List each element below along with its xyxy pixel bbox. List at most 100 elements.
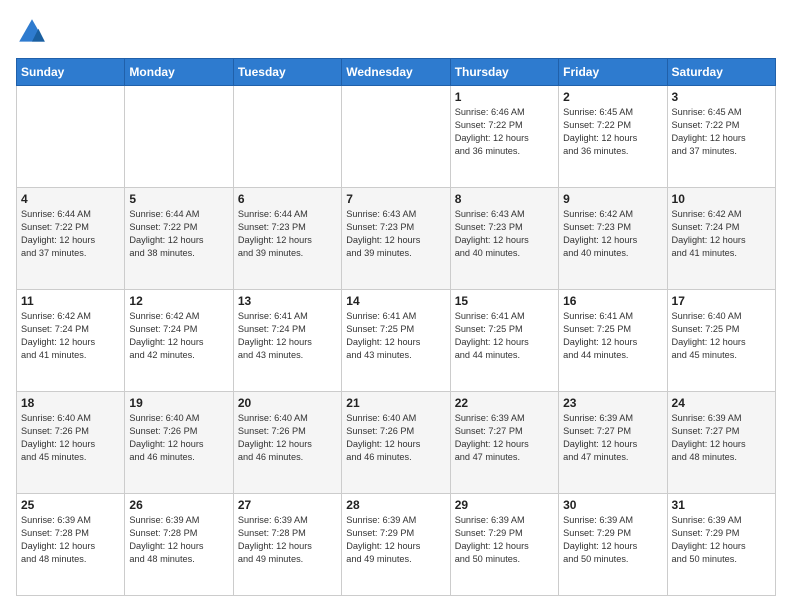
calendar-cell: 14 Sunrise: 6:41 AM Sunset: 7:25 PM Dayli… — [342, 290, 450, 392]
calendar-week-row: 4 Sunrise: 6:44 AM Sunset: 7:22 PM Daylig… — [17, 188, 776, 290]
day-info: Sunrise: 6:43 AM Sunset: 7:23 PM Dayligh… — [455, 208, 554, 260]
calendar-cell — [233, 86, 341, 188]
page: SundayMondayTuesdayWednesdayThursdayFrid… — [0, 0, 792, 612]
day-info: Sunrise: 6:41 AM Sunset: 7:25 PM Dayligh… — [563, 310, 662, 362]
calendar-week-row: 18Sunrise: 6:40 AM Sunset: 7:26 PM Dayli… — [17, 392, 776, 494]
day-number: 15 — [455, 294, 554, 308]
day-number: 3 — [672, 90, 771, 104]
day-info: Sunrise: 6:39 AM Sunset: 7:29 PM Dayligh… — [455, 514, 554, 566]
calendar-header-thursday: Thursday — [450, 59, 558, 86]
calendar-header-saturday: Saturday — [667, 59, 775, 86]
day-number: 20 — [238, 396, 337, 410]
calendar-cell: 13 Sunrise: 6:41 AM Sunset: 7:24 PM Dayli… — [233, 290, 341, 392]
day-info: Sunrise: 6:39 AM Sunset: 7:29 PM Dayligh… — [346, 514, 445, 566]
calendar-header-tuesday: Tuesday — [233, 59, 341, 86]
day-number: 6 — [238, 192, 337, 206]
day-number: 5 — [129, 192, 228, 206]
calendar-header-monday: Monday — [125, 59, 233, 86]
day-info: Sunrise: 6:42 AM Sunset: 7:24 PM Dayligh… — [21, 310, 120, 362]
day-info: Sunrise: 6:42 AM Sunset: 7:24 PM Dayligh… — [129, 310, 228, 362]
calendar-cell: 4 Sunrise: 6:44 AM Sunset: 7:22 PM Daylig… — [17, 188, 125, 290]
day-number: 30 — [563, 498, 662, 512]
calendar-cell: 15 Sunrise: 6:41 AM Sunset: 7:25 PM Dayli… — [450, 290, 558, 392]
logo — [16, 16, 50, 48]
calendar-cell: 8 Sunrise: 6:43 AM Sunset: 7:23 PM Daylig… — [450, 188, 558, 290]
day-info: Sunrise: 6:44 AM Sunset: 7:22 PM Dayligh… — [21, 208, 120, 260]
calendar-cell: 23 Sunrise: 6:39 AM Sunset: 7:27 PM Dayli… — [559, 392, 667, 494]
calendar-cell: 17 Sunrise: 6:40 AM Sunset: 7:25 PM Dayli… — [667, 290, 775, 392]
day-number: 13 — [238, 294, 337, 308]
day-number: 17 — [672, 294, 771, 308]
calendar-cell: 31 Sunrise: 6:39 AM Sunset: 7:29 PM Dayli… — [667, 494, 775, 596]
day-info: Sunrise: 6:42 AM Sunset: 7:23 PM Dayligh… — [563, 208, 662, 260]
day-info: Sunrise: 6:40 AM Sunset: 7:25 PM Dayligh… — [672, 310, 771, 362]
day-info: Sunrise: 6:39 AM Sunset: 7:28 PM Dayligh… — [129, 514, 228, 566]
calendar-header-wednesday: Wednesday — [342, 59, 450, 86]
day-info: Sunrise: 6:45 AM Sunset: 7:22 PM Dayligh… — [563, 106, 662, 158]
calendar-cell: 22 Sunrise: 6:39 AM Sunset: 7:27 PM Dayli… — [450, 392, 558, 494]
day-number: 10 — [672, 192, 771, 206]
calendar-cell: 26Sunrise: 6:39 AM Sunset: 7:28 PM Dayli… — [125, 494, 233, 596]
day-info: Sunrise: 6:42 AM Sunset: 7:24 PM Dayligh… — [672, 208, 771, 260]
calendar-cell: 25Sunrise: 6:39 AM Sunset: 7:28 PM Dayli… — [17, 494, 125, 596]
day-info: Sunrise: 6:39 AM Sunset: 7:28 PM Dayligh… — [21, 514, 120, 566]
calendar-cell: 3 Sunrise: 6:45 AM Sunset: 7:22 PM Daylig… — [667, 86, 775, 188]
day-info: Sunrise: 6:44 AM Sunset: 7:23 PM Dayligh… — [238, 208, 337, 260]
calendar-cell — [342, 86, 450, 188]
day-number: 8 — [455, 192, 554, 206]
day-number: 12 — [129, 294, 228, 308]
day-info: Sunrise: 6:45 AM Sunset: 7:22 PM Dayligh… — [672, 106, 771, 158]
calendar-cell: 20 Sunrise: 6:40 AM Sunset: 7:26 PM Dayli… — [233, 392, 341, 494]
calendar-cell: 2 Sunrise: 6:45 AM Sunset: 7:22 PM Daylig… — [559, 86, 667, 188]
calendar-cell: 16Sunrise: 6:41 AM Sunset: 7:25 PM Dayli… — [559, 290, 667, 392]
day-number: 23 — [563, 396, 662, 410]
calendar-cell: 7Sunrise: 6:43 AM Sunset: 7:23 PM Daylig… — [342, 188, 450, 290]
calendar-cell — [125, 86, 233, 188]
logo-icon — [16, 16, 48, 48]
day-info: Sunrise: 6:39 AM Sunset: 7:28 PM Dayligh… — [238, 514, 337, 566]
calendar-cell: 1Sunrise: 6:46 AM Sunset: 7:22 PM Daylig… — [450, 86, 558, 188]
day-number: 31 — [672, 498, 771, 512]
day-info: Sunrise: 6:43 AM Sunset: 7:23 PM Dayligh… — [346, 208, 445, 260]
day-info: Sunrise: 6:39 AM Sunset: 7:29 PM Dayligh… — [672, 514, 771, 566]
day-info: Sunrise: 6:40 AM Sunset: 7:26 PM Dayligh… — [21, 412, 120, 464]
day-info: Sunrise: 6:41 AM Sunset: 7:25 PM Dayligh… — [455, 310, 554, 362]
day-number: 19 — [129, 396, 228, 410]
calendar-header-sunday: Sunday — [17, 59, 125, 86]
calendar-header-friday: Friday — [559, 59, 667, 86]
calendar-cell: 6 Sunrise: 6:44 AM Sunset: 7:23 PM Daylig… — [233, 188, 341, 290]
calendar-header-row: SundayMondayTuesdayWednesdayThursdayFrid… — [17, 59, 776, 86]
calendar-cell: 28 Sunrise: 6:39 AM Sunset: 7:29 PM Dayli… — [342, 494, 450, 596]
calendar-cell — [17, 86, 125, 188]
day-number: 4 — [21, 192, 120, 206]
calendar-cell: 24Sunrise: 6:39 AM Sunset: 7:27 PM Dayli… — [667, 392, 775, 494]
day-number: 22 — [455, 396, 554, 410]
day-number: 14 — [346, 294, 445, 308]
day-number: 9 — [563, 192, 662, 206]
header — [16, 16, 776, 48]
day-number: 11 — [21, 294, 120, 308]
day-info: Sunrise: 6:39 AM Sunset: 7:27 PM Dayligh… — [563, 412, 662, 464]
calendar-cell: 12 Sunrise: 6:42 AM Sunset: 7:24 PM Dayli… — [125, 290, 233, 392]
calendar-cell: 9 Sunrise: 6:42 AM Sunset: 7:23 PM Daylig… — [559, 188, 667, 290]
calendar-cell: 21 Sunrise: 6:40 AM Sunset: 7:26 PM Dayli… — [342, 392, 450, 494]
day-info: Sunrise: 6:40 AM Sunset: 7:26 PM Dayligh… — [238, 412, 337, 464]
day-number: 2 — [563, 90, 662, 104]
calendar-cell: 18Sunrise: 6:40 AM Sunset: 7:26 PM Dayli… — [17, 392, 125, 494]
calendar-cell: 27Sunrise: 6:39 AM Sunset: 7:28 PM Dayli… — [233, 494, 341, 596]
calendar-cell: 30 Sunrise: 6:39 AM Sunset: 7:29 PM Dayli… — [559, 494, 667, 596]
day-info: Sunrise: 6:41 AM Sunset: 7:25 PM Dayligh… — [346, 310, 445, 362]
day-info: Sunrise: 6:40 AM Sunset: 7:26 PM Dayligh… — [129, 412, 228, 464]
calendar-week-row: 11 Sunrise: 6:42 AM Sunset: 7:24 PM Dayli… — [17, 290, 776, 392]
day-info: Sunrise: 6:40 AM Sunset: 7:26 PM Dayligh… — [346, 412, 445, 464]
day-number: 28 — [346, 498, 445, 512]
day-info: Sunrise: 6:44 AM Sunset: 7:22 PM Dayligh… — [129, 208, 228, 260]
calendar-cell: 19 Sunrise: 6:40 AM Sunset: 7:26 PM Dayli… — [125, 392, 233, 494]
day-info: Sunrise: 6:39 AM Sunset: 7:27 PM Dayligh… — [455, 412, 554, 464]
calendar: SundayMondayTuesdayWednesdayThursdayFrid… — [16, 58, 776, 596]
day-info: Sunrise: 6:41 AM Sunset: 7:24 PM Dayligh… — [238, 310, 337, 362]
day-info: Sunrise: 6:39 AM Sunset: 7:29 PM Dayligh… — [563, 514, 662, 566]
day-number: 1 — [455, 90, 554, 104]
day-number: 21 — [346, 396, 445, 410]
calendar-week-row: 1Sunrise: 6:46 AM Sunset: 7:22 PM Daylig… — [17, 86, 776, 188]
